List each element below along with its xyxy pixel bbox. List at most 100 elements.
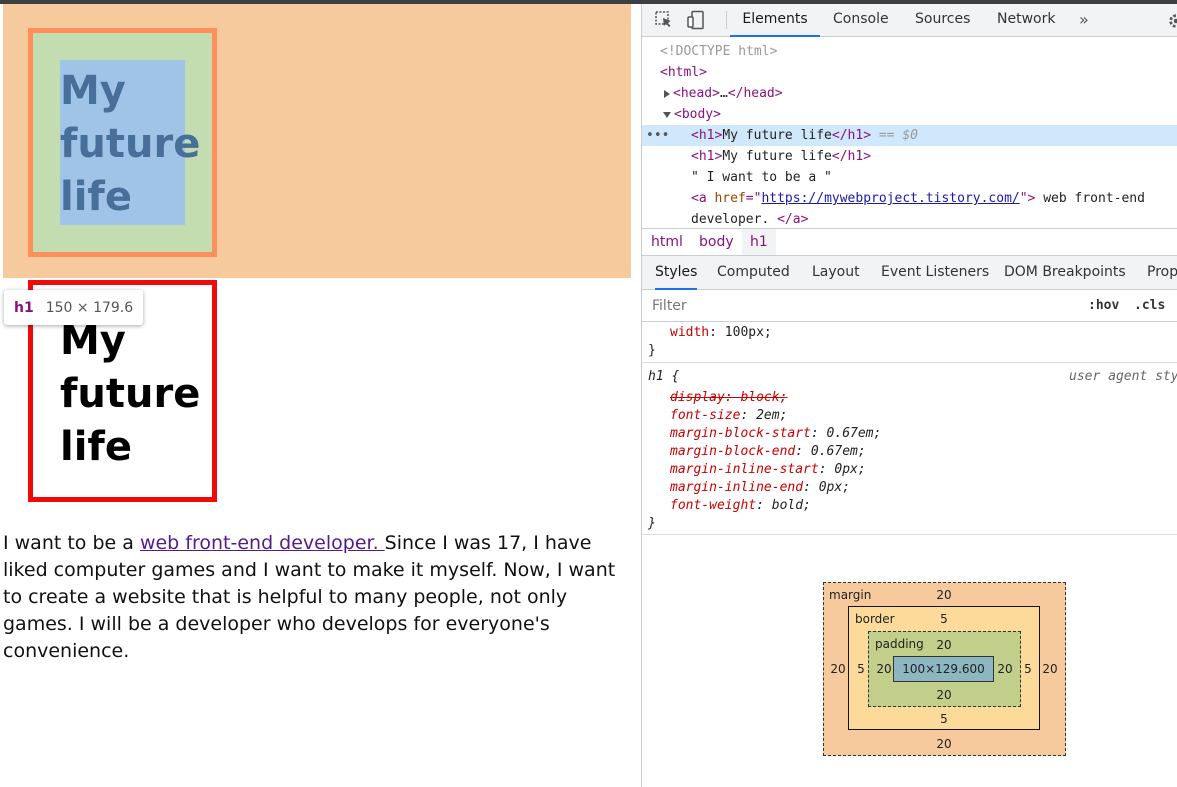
more-tabs-icon[interactable]: » (1079, 4, 1089, 37)
heading-line: life (60, 424, 132, 470)
tree-node-html[interactable]: <html> (660, 62, 1177, 83)
more-actions-icon[interactable]: ••• (646, 125, 669, 146)
tab-network[interactable]: Network (997, 4, 1055, 37)
h1-open-tag: <h1> (691, 149, 723, 164)
tree-node-a[interactable]: <a href="https://mywebproject.tistory.co… (691, 188, 1177, 209)
heading-line: My (60, 68, 126, 114)
css-prop-name: margin-inline-end (670, 480, 804, 495)
tab-event-listeners[interactable]: Event Listeners (881, 256, 989, 290)
tab-elements[interactable]: Elements (730, 4, 820, 37)
selected-marker: == $0 (878, 128, 918, 143)
rule-divider (642, 534, 1177, 535)
h1-text: My future life (722, 149, 832, 164)
tab-properties[interactable]: Prop (1147, 256, 1177, 290)
border-left-value[interactable]: 5 (849, 662, 873, 676)
css-prop-name-struck: display (670, 390, 725, 405)
heading-line: life (60, 174, 132, 220)
margin-right-value[interactable]: 20 (1038, 662, 1062, 676)
ua-rule-source: user agent stylesheet (1069, 369, 1177, 384)
padding-bottom-value[interactable]: 20 (932, 688, 956, 702)
breadcrumb-h1[interactable]: h1 (742, 229, 776, 255)
page-viewport[interactable]: My future life My future life h1 150 × 1… (0, 4, 641, 787)
css-prop-value: 0px; (834, 462, 866, 477)
css-declaration[interactable]: margin-block-start: 0.67em; (670, 425, 881, 443)
gear-icon[interactable] (1167, 12, 1177, 30)
tooltip-size: 150 × 179.6 (45, 299, 134, 316)
css-declaration[interactable]: display: block; (670, 389, 787, 407)
h1-open-tag: <h1> (691, 128, 723, 143)
text-node: " I want to be a " (691, 170, 832, 185)
styles-pane: width: 100px; } h1 { user agent styleshe… (642, 322, 1177, 542)
tree-node-a-cont[interactable]: developer. </a> (691, 209, 1177, 230)
margin-bottom-value[interactable]: 20 (932, 737, 956, 751)
padding-left-value[interactable]: 20 (872, 662, 896, 676)
css-prop-value: 100px; (724, 325, 772, 340)
css-prop-value: 0.67em; (826, 426, 882, 441)
padding-right-value[interactable]: 20 (993, 662, 1017, 676)
attr-end: "> (1019, 191, 1036, 206)
breadcrumb-body[interactable]: body (691, 229, 742, 255)
inspect-element-icon[interactable] (654, 10, 674, 30)
prev-rule-declaration[interactable]: width: 100px; (670, 324, 772, 342)
tab-dom-breakpoints[interactable]: DOM Breakpoints (1004, 256, 1126, 290)
tab-layout[interactable]: Layout (812, 256, 860, 290)
a-text: developer. (691, 212, 778, 227)
devtools-tabbar: Elements Console Sources Network » (642, 4, 1177, 37)
rule-divider (642, 362, 1177, 363)
tree-node-head[interactable]: <head>…</head> (664, 83, 1177, 104)
styles-filter-input[interactable] (650, 295, 1075, 317)
heading-second[interactable]: My future life (60, 315, 220, 474)
border-right-value[interactable]: 5 (1016, 662, 1040, 676)
css-prop-value: 0px; (818, 480, 851, 495)
ua-rule-selector[interactable]: h1 { (648, 368, 679, 386)
href-attr-name: href (714, 191, 746, 206)
toolbar-divider (726, 11, 727, 29)
href-attr-link[interactable]: https://mywebproject.tistory.com/ (761, 191, 1019, 206)
margin-left-value[interactable]: 20 (826, 662, 850, 676)
css-declaration[interactable]: margin-block-end: 0.67em; (670, 443, 866, 461)
css-prop-name: font-weight (670, 498, 757, 513)
elements-tree: <!DOCTYPE html> <html> <head>…</head> <b… (642, 38, 1177, 228)
collapse-arrow-icon[interactable] (663, 111, 671, 118)
breadcrumb-html[interactable]: html (643, 229, 691, 255)
h1-close-tag: </h1> (831, 128, 872, 143)
css-prop-name: margin-block-start (670, 426, 811, 441)
a-open-tag: <a (691, 191, 715, 206)
css-declaration[interactable]: font-size: 2em; (670, 407, 787, 425)
tab-styles[interactable]: Styles (655, 256, 698, 290)
cls-toggle[interactable]: .cls (1134, 290, 1165, 322)
tree-node-doctype[interactable]: <!DOCTYPE html> (660, 41, 1177, 62)
styles-filter-bar: :hov .cls (642, 290, 1177, 322)
margin-top-value[interactable]: 20 (932, 588, 956, 602)
box-model-margin-label: margin (829, 588, 872, 602)
hov-toggle[interactable]: :hov (1088, 290, 1119, 322)
tree-node-body[interactable]: <body> (663, 104, 1177, 125)
css-declaration[interactable]: margin-inline-end: 0px; (670, 479, 850, 497)
tab-computed[interactable]: Computed (717, 256, 790, 290)
heading-line: future (60, 121, 201, 167)
css-declaration[interactable]: font-weight: bold; (670, 497, 811, 515)
border-top-value[interactable]: 5 (932, 612, 956, 626)
developer-link[interactable]: web front-end developer. (140, 532, 385, 554)
css-prop-value: 0.67em; (810, 444, 866, 459)
tree-node-h1[interactable]: <h1>My future life</h1> (691, 146, 1177, 167)
inspect-tooltip: h1 150 × 179.6 (4, 290, 144, 325)
padding-top-value[interactable]: 20 (932, 638, 956, 652)
heading-first[interactable]: My future life (60, 65, 220, 224)
expand-arrow-icon[interactable] (664, 89, 670, 98)
tree-node-h1-selected[interactable]: ••• <h1>My future life</h1> == $0 (642, 125, 1177, 146)
devtools-panel: Elements Console Sources Network » <!DOC… (641, 4, 1177, 787)
tab-console[interactable]: Console (833, 4, 889, 37)
border-bottom-value[interactable]: 5 (932, 712, 956, 726)
content-size-value[interactable]: 100×129.600 (894, 662, 993, 676)
device-toolbar-icon[interactable] (686, 10, 706, 30)
css-prop-name: margin-block-end (670, 444, 796, 459)
tree-node-text[interactable]: " I want to be a " (691, 167, 1177, 188)
heading-line: future (60, 371, 201, 417)
attr-eq: =" (745, 191, 762, 206)
intro-paragraph: I want to be a web front-end developer. … (3, 530, 633, 665)
styles-tabbar: Styles Computed Layout Event Listeners D… (642, 256, 1177, 290)
tab-sources[interactable]: Sources (915, 4, 970, 37)
a-close-tag: </a> (777, 212, 809, 227)
css-declaration[interactable]: margin-inline-start: 0px; (670, 461, 866, 479)
